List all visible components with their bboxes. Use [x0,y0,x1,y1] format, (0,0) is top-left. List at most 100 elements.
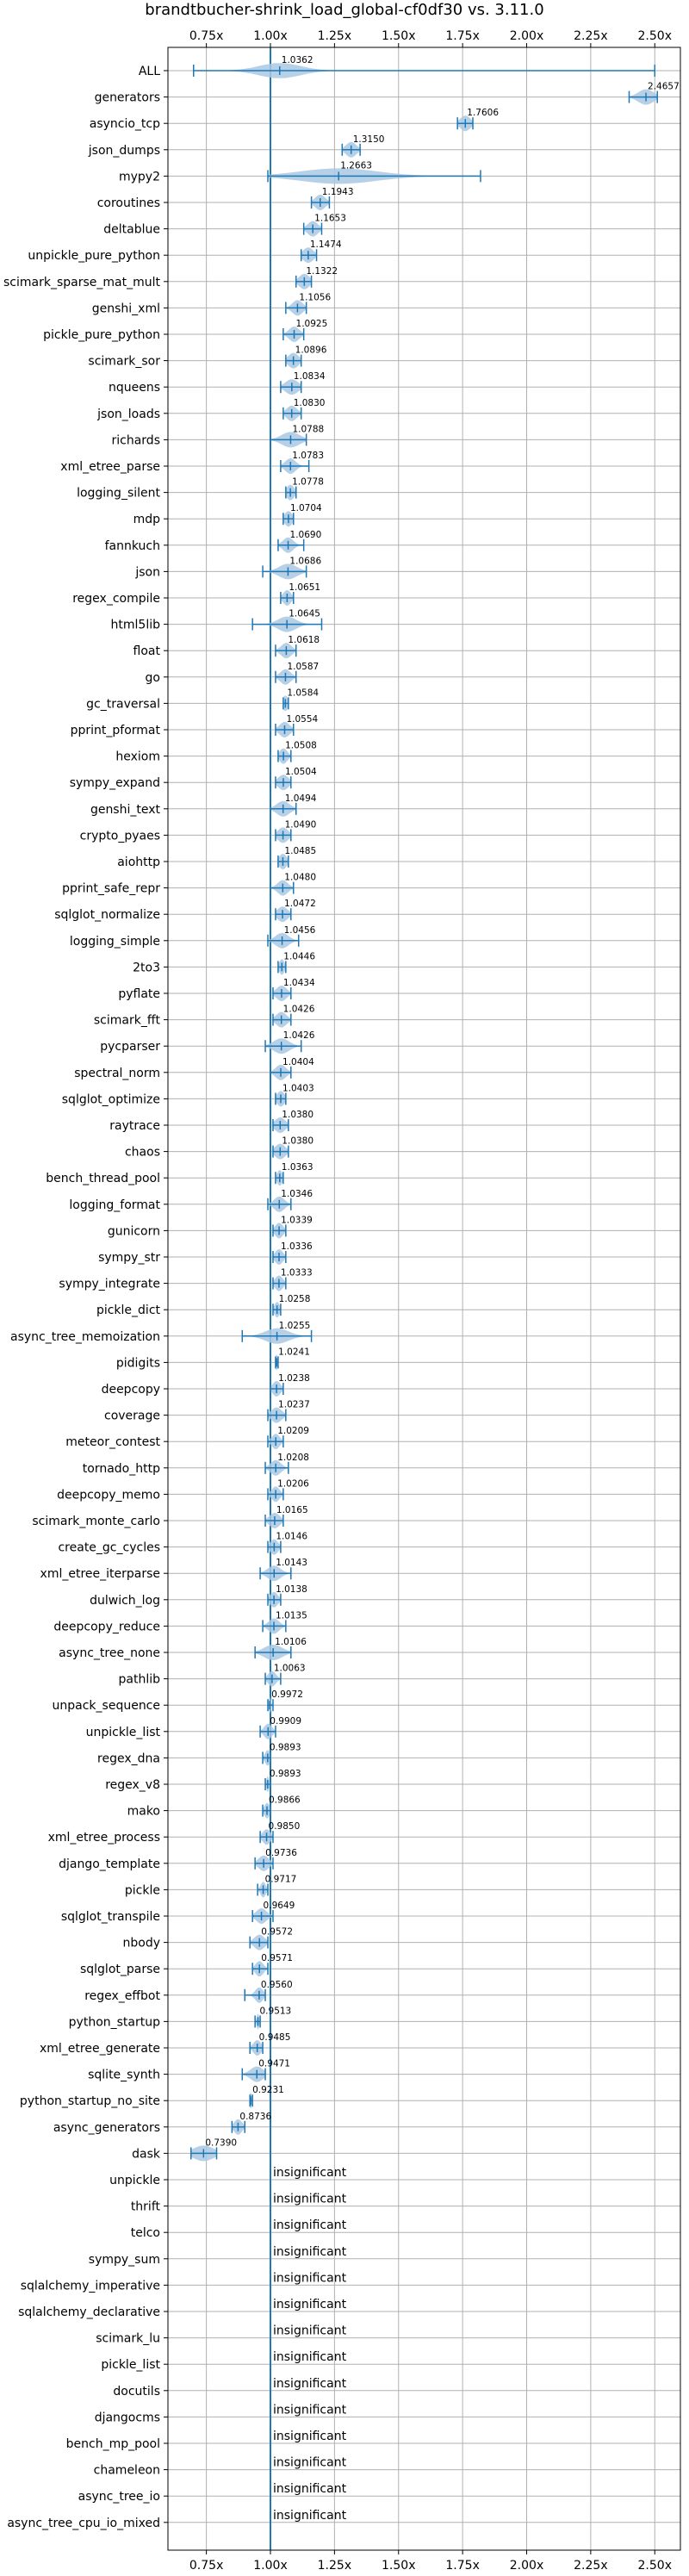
row-label: dask [132,2147,161,2161]
row-label: pathlib [119,1673,161,1687]
row-label: pickle [125,1883,160,1897]
value-label: 1.0788 [292,424,324,434]
x-tick-label-bottom: 1.50x [382,2559,415,2573]
value-label: 1.0258 [279,1294,311,1304]
value-label: 1.7606 [467,108,499,118]
row-label: unpack_sequence [53,1699,160,1713]
row-label: logging_silent [77,487,160,501]
row-label: xml_etree_iterparse [40,1567,160,1581]
value-label: 0.9649 [264,1901,295,1911]
value-label: 1.0830 [294,398,326,408]
value-label: 1.0339 [281,1215,313,1225]
row-label: scimark_sor [88,355,160,369]
row-label: mdp [133,513,161,526]
row-label: genshi_xml [92,302,160,315]
value-label: 1.0494 [285,793,317,804]
value-label: 0.9471 [258,2059,290,2069]
value-label: 0.9909 [270,1716,301,1727]
row-label: unpickle_list [86,1726,161,1739]
row-label: bench_thread_pool [46,1172,160,1185]
row-label: mypy2 [119,170,160,184]
x-tick-label-bottom: 1.75x [445,2559,479,2573]
row-label: deepcopy_reduce [53,1620,160,1633]
x-tick-label-bottom: 2.00x [510,2559,543,2573]
row-label: async_tree_none [59,1646,160,1660]
insignificant-label: insignificant [273,2193,347,2206]
value-label: 0.9560 [261,1980,293,1990]
row-label: pycparser [100,1040,160,1054]
row-label: unpickle_pure_python [28,249,160,263]
x-tick-label-top: 2.00x [510,29,543,43]
row-label: python_startup_no_site [20,2094,160,2108]
row-label: sqlglot_optimize [62,1092,160,1106]
insignificant-label: insignificant [273,2403,347,2417]
value-label: 1.0404 [282,1057,314,1067]
value-label: 1.0241 [278,1347,310,1357]
row-label: xml_etree_generate [40,2042,160,2056]
x-tick-label-top: 2.50x [638,29,672,43]
row-label: sqlalchemy_declarative [18,2305,160,2319]
x-tick-label-top: 1.75x [445,29,479,43]
row-label: sqlalchemy_imperative [21,2279,160,2293]
x-tick-label-top: 2.25x [574,29,607,43]
row-label: logging_format [69,1198,160,1212]
value-label: 1.0135 [276,1610,307,1621]
value-label: 1.0686 [289,556,321,566]
row-label: scimark_fft [94,1014,161,1028]
row-label: coroutines [97,196,160,210]
row-label: sqlglot_transpile [61,1910,160,1924]
value-label: 1.0403 [282,1083,314,1093]
value-label: 1.0255 [279,1321,311,1331]
row-label: regex_dna [97,1752,160,1765]
value-label: 1.0472 [284,899,316,909]
row-label: python_startup [69,2015,160,2029]
value-label: 0.9231 [252,2085,284,2095]
row-label: djangocms [95,2411,160,2424]
value-label: 1.0138 [276,1584,307,1595]
value-label: 1.0106 [275,1637,307,1647]
plot-frame [167,47,681,2551]
row-label: gunicorn [108,1224,160,1238]
row-label: crypto_pyaes [80,829,160,843]
insignificant-label: insignificant [273,2456,347,2470]
insignificant-label: insignificant [273,2245,347,2259]
value-label: 1.0490 [285,819,317,830]
value-label: 1.0238 [278,1373,310,1384]
row-label: chameleon [94,2464,160,2478]
value-label: 0.9850 [269,1821,301,1832]
row-label: aiohttp [117,856,160,869]
row-label: thrift [131,2200,161,2214]
row-label: 2to3 [133,961,160,974]
value-label: 1.3150 [353,134,385,145]
value-label: 1.0554 [286,714,318,725]
value-label: 0.9513 [260,2006,292,2016]
row-label: hexiom [115,750,160,764]
insignificant-label: insignificant [273,2218,347,2232]
row-label: richards [112,433,161,447]
row-label: scimark_sparse_mat_mult [3,276,160,289]
value-label: 1.0346 [281,1189,313,1199]
value-label: 1.0063 [274,1664,306,1674]
value-label: 0.9866 [269,1795,301,1806]
value-label: 1.0380 [282,1110,313,1120]
row-label: async_tree_cpu_io_mixed [7,2517,160,2530]
row-label: dulwich_log [90,1594,160,1608]
insignificant-label: insignificant [273,2350,347,2364]
value-label: 1.0209 [277,1426,309,1436]
row-label: regex_v8 [105,1778,160,1792]
value-label: 1.0434 [283,978,315,988]
value-label: 1.0618 [288,635,320,645]
value-label: 1.0508 [285,741,317,751]
row-label: json [134,565,160,579]
value-label: 1.0446 [283,951,315,961]
value-label: 1.0925 [296,319,328,329]
row-label: pickle_pure_python [43,328,160,342]
row-label: regex_compile [72,592,160,606]
row-label: sqlglot_normalize [54,908,160,922]
row-label: raytrace [109,1119,160,1133]
axis-layer: 0.75x 0.75x 1.00x 1.00x 1.25x 1.25x 1.50x 1.50x… [3,29,672,2573]
row-label: chaos [125,1146,160,1160]
row-label: bench_mp_pool [66,2437,160,2451]
value-label: 1.0146 [276,1532,307,1542]
row-label: sympy_str [98,1251,160,1265]
